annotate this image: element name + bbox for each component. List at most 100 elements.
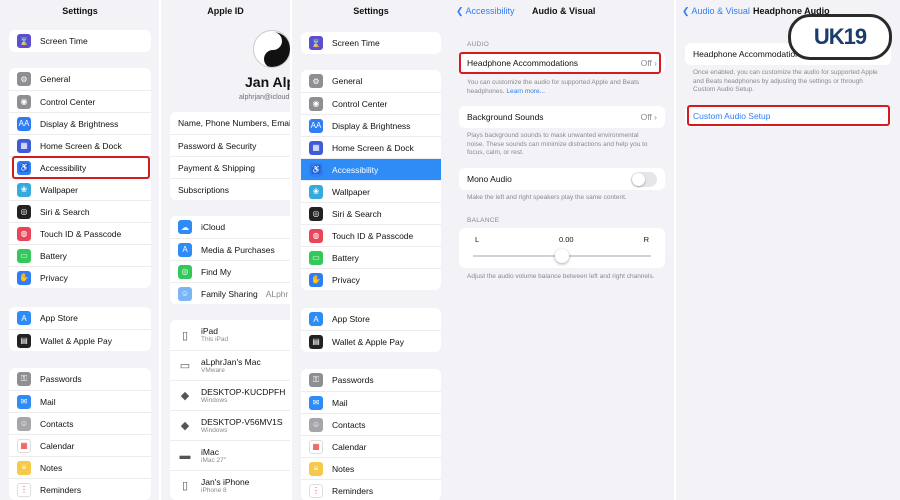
sidebar-item-calendar[interactable]: ▦ Calendar (301, 435, 441, 457)
wallet-icon: ▤ (309, 334, 323, 349)
sidebar-item-general[interactable]: ⚙ General (301, 70, 441, 92)
apple-id-services: ☁ iCloud A Media & Purchases ◎ Find My ☺ Family… (170, 216, 290, 304)
background-sounds-row[interactable]: Background Sounds Off › (459, 106, 665, 128)
hourglass-icon: ⌛ (17, 34, 31, 48)
sidebar-item-siri-search[interactable]: ◎ Siri & Search (9, 200, 151, 222)
reminders-icon: ⋮ (309, 483, 323, 498)
calendar-icon: ▦ (309, 439, 323, 454)
sidebar-item-reminders[interactable]: ⋮ Reminders (9, 478, 151, 500)
apple-id-service-media-purchases[interactable]: A Media & Purchases (170, 238, 290, 260)
sidebar-item-label: Display & Brightness (332, 120, 411, 131)
device-icon: ◆ (180, 390, 190, 402)
sidebar-item-mail[interactable]: ✉ Mail (9, 390, 151, 412)
wallpaper-icon: ❀ (17, 182, 31, 197)
device-item[interactable]: ▬ iMac iMac 27" (170, 440, 290, 470)
sidebar-item-contacts[interactable]: ☺ Contacts (301, 413, 441, 435)
learn-more-link[interactable]: Learn more... (506, 88, 545, 95)
sidebar-item-screen-time[interactable]: ⌛ Screen Time (301, 32, 441, 54)
balance-cell: L 0.00 R (459, 228, 665, 268)
sidebar-item-screen-time[interactable]: ⌛ Screen Time (9, 30, 151, 52)
device-item[interactable]: ▯ iPad This iPad (170, 320, 290, 350)
device-item[interactable]: ◆ DESKTOP-V56MV1S Windows (170, 410, 290, 440)
sidebar-item-home-screen-dock[interactable]: ▦ Home Screen & Dock (9, 134, 151, 156)
apple-id-service-family-sharing[interactable]: ☺ Family Sharing ALphr (170, 282, 290, 304)
sidebar-item-app-store[interactable]: A App Store (9, 307, 151, 329)
page-title-mid: Settings (353, 6, 389, 16)
sidebar-item-wallpaper[interactable]: ❀ Wallpaper (301, 180, 441, 202)
mono-audio-row: Mono Audio (459, 168, 665, 190)
sidebar-item-wallpaper[interactable]: ❀ Wallpaper (9, 178, 151, 200)
sidebar-item-label: Reminders (332, 485, 374, 496)
gear-icon: ⚙ (17, 72, 31, 86)
control-center-icon: ◉ (17, 94, 31, 109)
apple-id-service-find-my[interactable]: ◎ Find My (170, 260, 290, 282)
device-name: DESKTOP-KUCDPFH (201, 386, 286, 397)
sidebar-item-reminders[interactable]: ⋮ Reminders (301, 479, 441, 500)
balance-footnote: Adjust the audio volume balance between … (467, 273, 655, 280)
mail-icon: ✉ (309, 395, 323, 410)
apple-id-service-icloud[interactable]: ☁ iCloud (170, 216, 290, 238)
screen-time-group: ⌛ Screen Time (9, 30, 151, 52)
balance-slider-knob[interactable] (555, 249, 569, 263)
apple-id-menu-payment-shipping[interactable]: Payment & Shipping (170, 156, 290, 178)
back-button-audio-visual[interactable]: ❮ Audio & Visual (682, 6, 750, 17)
sidebar-item-siri-search[interactable]: ◎ Siri & Search (301, 202, 441, 224)
device-item[interactable]: ▭ aLphrJan's Mac VMware (170, 350, 290, 380)
audio-visual-panel: ❮ Accessibility Audio & Visual AUDIO Hea… (450, 0, 674, 500)
device-item[interactable]: ▯ Jan's iPhone iPhone 8 (170, 470, 290, 500)
account-email: alphrjan@icloud (239, 94, 290, 101)
device-item[interactable]: ◆ DESKTOP-KUCDPFH Windows (170, 380, 290, 410)
device-icon: ▯ (181, 480, 189, 492)
sidebar-item-notes[interactable]: ≡ Notes (301, 457, 441, 479)
sidebar-item-privacy[interactable]: ✋ Privacy (9, 266, 151, 288)
headphone-audio-panel: ❮ Audio & Visual Headphone Audio Headpho… (676, 0, 900, 500)
sidebar-item-label: Home Screen & Dock (40, 140, 122, 151)
sidebar-item-contacts[interactable]: ☺ Contacts (9, 412, 151, 434)
avatar[interactable] (253, 30, 290, 68)
sidebar-item-privacy[interactable]: ✋ Privacy (301, 268, 441, 290)
sidebar-item-control-center[interactable]: ◉ Control Center (301, 92, 441, 114)
sidebar-item-label: Control Center (332, 98, 388, 109)
mono-audio-toggle[interactable] (631, 171, 657, 187)
sidebar-item-touch-id-passcode[interactable]: ◍ Touch ID & Passcode (301, 224, 441, 246)
device-model: Windows (201, 426, 228, 434)
sidebar-item-mail[interactable]: ✉ Mail (301, 391, 441, 413)
sidebar-item-label: Siri & Search (40, 206, 90, 217)
section-audio-label: AUDIO (467, 41, 490, 48)
apple-id-menu-password-security[interactable]: Password & Security (170, 134, 290, 156)
sidebar-item-app-store[interactable]: A App Store (301, 308, 441, 330)
service-label: iCloud (201, 222, 226, 232)
sidebar-item-wallet-apple-pay[interactable]: ▤ Wallet & Apple Pay (301, 330, 441, 352)
sidebar-item-battery[interactable]: ▭ Battery (301, 246, 441, 268)
family-sharing-icon: ☺ (178, 286, 192, 301)
app-store-icon: A (17, 311, 31, 325)
back-button[interactable]: ❮ Accessibility (456, 6, 515, 17)
sidebar-item-label: Touch ID & Passcode (332, 230, 414, 241)
settings-group-general-mid: ⚙ General ◉ Control Center AA Display & Brigh… (301, 70, 441, 290)
settings-group-apps-mid: ⚿ Passwords ✉ Mail ☺ Contacts ▦ Calendar ≡ Notes ⋮… (301, 369, 441, 500)
notes-icon: ≡ (17, 460, 31, 475)
sidebar-item-control-center[interactable]: ◉ Control Center (9, 90, 151, 112)
sidebar-item-battery[interactable]: ▭ Battery (9, 244, 151, 266)
sidebar-item-wallet-apple-pay[interactable]: ▤ Wallet & Apple Pay (9, 329, 151, 351)
family-sharing-value: ALphr (265, 288, 289, 299)
sidebar-item-home-screen-dock[interactable]: ▦ Home Screen & Dock (301, 136, 441, 158)
sidebar-item-display-brightness[interactable]: AA Display & Brightness (301, 114, 441, 136)
sidebar-item-general[interactable]: ⚙ General (9, 68, 151, 90)
sidebar-item-accessibility[interactable]: ♿ Accessibility (301, 158, 441, 180)
apple-id-menu-subscriptions[interactable]: Subscriptions (170, 178, 290, 200)
sidebar-item-display-brightness[interactable]: AA Display & Brightness (9, 112, 151, 134)
sidebar-item-passwords[interactable]: ⚿ Passwords (9, 368, 151, 390)
apple-id-menu-name-phone-numbers-email[interactable]: Name, Phone Numbers, Email (170, 112, 290, 134)
sidebar-item-calendar[interactable]: ▦ Calendar (9, 434, 151, 456)
uk19-logo: UK19 (788, 14, 892, 60)
balance-slider[interactable] (473, 249, 651, 263)
sidebar-item-passwords[interactable]: ⚿ Passwords (301, 369, 441, 391)
device-list: ▯ iPad This iPad ▭ aLphrJan's Mac VMware ◆ DESK… (170, 320, 290, 500)
sidebar-item-touch-id-passcode[interactable]: ◍ Touch ID & Passcode (9, 222, 151, 244)
sidebar-item-label: Passwords (40, 374, 82, 384)
siri-icon: ◎ (309, 206, 323, 221)
settings-panel-mid: Settings ⌛ Screen Time ⚙ General ◉ Control … (292, 0, 450, 500)
sidebar-item-label: Contacts (40, 418, 74, 429)
sidebar-item-notes[interactable]: ≡ Notes (9, 456, 151, 478)
